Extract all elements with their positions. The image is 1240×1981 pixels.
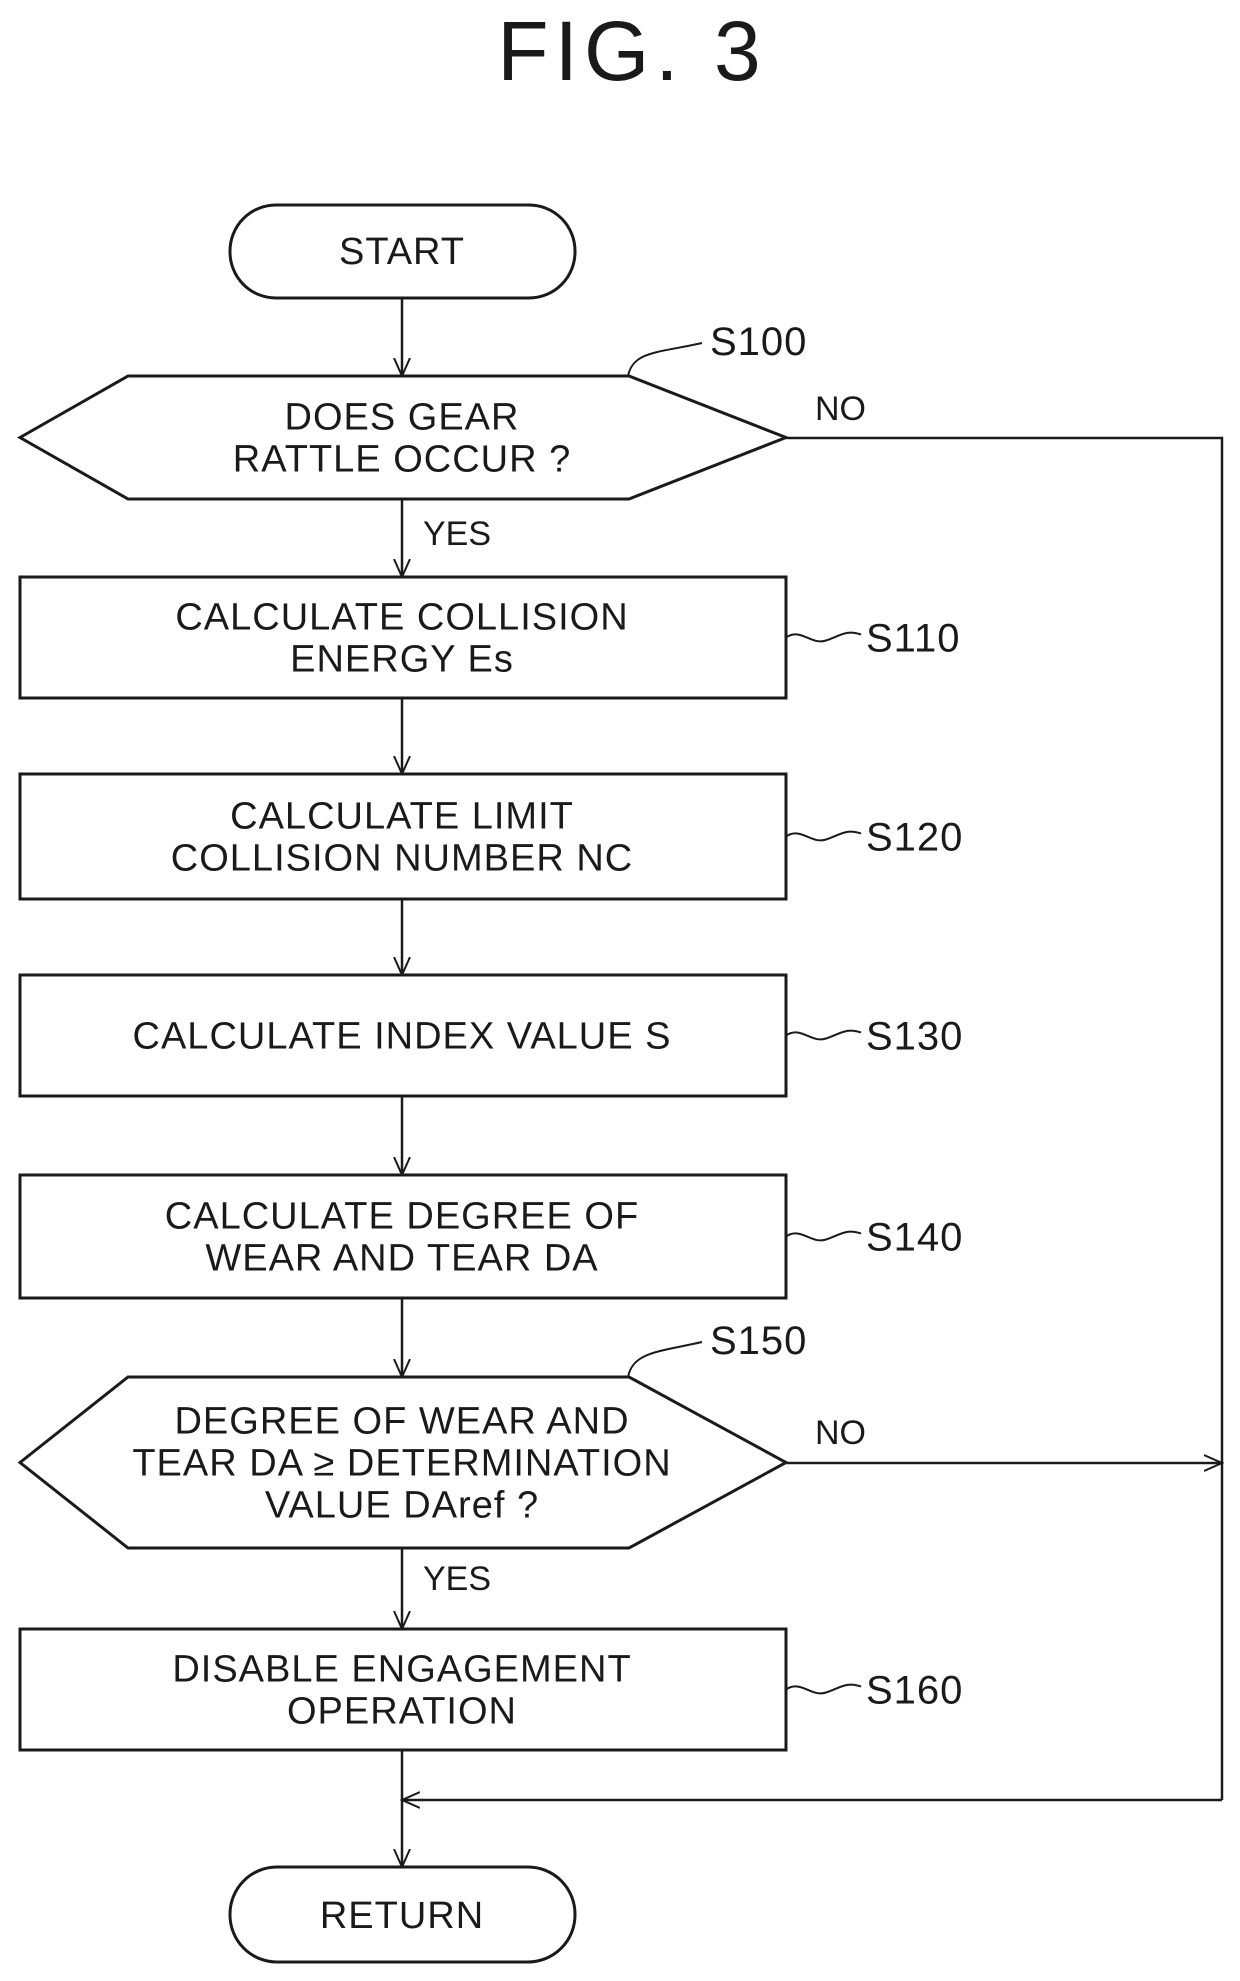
- step-text-line: WEAR AND TEAR DA: [205, 1238, 598, 1280]
- return-label: RETURN: [320, 1895, 484, 1937]
- step-id-label: S140: [866, 1216, 963, 1260]
- leader-line: [785, 1230, 862, 1242]
- step-text-line: DISABLE ENGAGEMENT: [172, 1649, 631, 1691]
- connector-s100-no: [786, 436, 1224, 1800]
- step-text-line: CALCULATE DEGREE OF: [165, 1196, 639, 1238]
- step-text-line: RATTLE OCCUR ?: [233, 439, 571, 481]
- step-text-line: TEAR DA ≥ DETERMINATION: [132, 1443, 671, 1485]
- step-text-line: OPERATION: [287, 1691, 517, 1733]
- step-id-label: S130: [866, 1015, 963, 1059]
- step-text-line: ENERGY Es: [290, 639, 514, 681]
- step-id-label: S160: [866, 1669, 963, 1713]
- leader-line: [627, 342, 703, 377]
- step-text-line: CALCULATE INDEX VALUE S: [133, 1016, 672, 1058]
- step-text-line: CALCULATE LIMIT: [230, 796, 574, 838]
- start-terminator: START: [228, 203, 577, 300]
- step-id-label: S110: [866, 617, 960, 661]
- leader-line: [785, 1029, 862, 1041]
- step-text-line: DEGREE OF WEAR AND: [174, 1401, 629, 1443]
- step-text-line: CALCULATE COLLISION: [175, 597, 628, 639]
- step-s130: CALCULATE INDEX VALUE S S130: [18, 973, 963, 1098]
- step-text-line: COLLISION NUMBER NC: [171, 838, 633, 880]
- step-s150: DEGREE OF WEAR ANDTEAR DA ≥ DETERMINATIO…: [17, 1319, 866, 1598]
- flowchart-diagram: FIG. 3 START DOES GEARRATTLE OCCUR ? S100…: [16, 4, 1240, 1964]
- start-label: START: [339, 231, 465, 273]
- leader-line: [785, 830, 862, 842]
- step-s100: DOES GEARRATTLE OCCUR ? S100NO YES: [16, 320, 866, 553]
- leader-line: [627, 1341, 703, 1378]
- step-text-line: DOES GEAR: [285, 397, 520, 439]
- return-terminator: RETURN: [228, 1865, 577, 1964]
- step-text-line: VALUE DAref ?: [265, 1485, 539, 1527]
- step-id-label: S120: [866, 816, 963, 860]
- step-s120: CALCULATE LIMITCOLLISION NUMBER NC S120: [18, 772, 963, 901]
- leader-line: [785, 631, 862, 643]
- figure-title: FIG. 3: [497, 4, 766, 98]
- step-s160: DISABLE ENGAGEMENTOPERATION S160: [18, 1627, 963, 1752]
- step-s110: CALCULATE COLLISIONENERGY Es S110: [18, 575, 960, 700]
- flowchart-steps: DOES GEARRATTLE OCCUR ?S100NOYESCALCULAT…: [16, 320, 963, 1752]
- step-id-label: S150: [710, 1319, 807, 1363]
- step-s140: CALCULATE DEGREE OFWEAR AND TEAR DA S140: [18, 1173, 963, 1300]
- step-id-label: S100: [710, 320, 807, 364]
- leader-line: [785, 1683, 862, 1695]
- no-branch-label: NO: [815, 390, 866, 428]
- yes-branch-label: YES: [423, 515, 491, 553]
- no-branch-label: NO: [815, 1414, 866, 1452]
- yes-branch-label: YES: [423, 1560, 491, 1598]
